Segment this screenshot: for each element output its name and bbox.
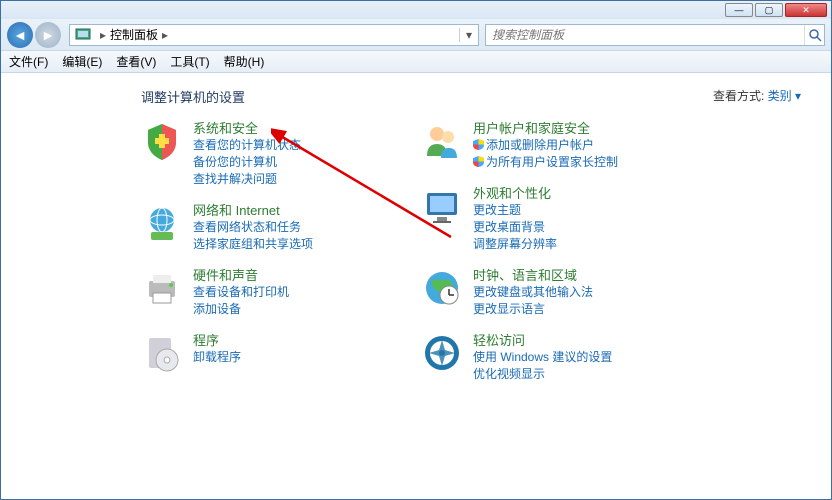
- menu-help[interactable]: 帮助(H): [224, 53, 265, 70]
- category-title[interactable]: 硬件和声音: [193, 267, 289, 284]
- category-title[interactable]: 系统和安全: [193, 120, 301, 137]
- viewby-label: 查看方式:: [713, 89, 764, 103]
- maximize-button[interactable]: ▢: [755, 3, 783, 17]
- category-title[interactable]: 程序: [193, 332, 241, 349]
- menu-tools[interactable]: 工具(T): [170, 53, 209, 70]
- disc-box-icon: [141, 332, 183, 374]
- category-link[interactable]: 查看设备和打印机: [193, 284, 289, 301]
- menu-view[interactable]: 查看(V): [116, 53, 156, 70]
- category-column-right: 用户帐户和家庭安全 添加或删除用户帐户 为所有用户设置家长控制 外观和个性化 更…: [421, 120, 701, 397]
- category-link[interactable]: 优化视频显示: [473, 366, 612, 383]
- category-link[interactable]: 查找并解决问题: [193, 171, 301, 188]
- viewby-dropdown[interactable]: 类别 ▾: [768, 89, 801, 103]
- category-link[interactable]: 调整屏幕分辨率: [473, 236, 557, 253]
- globe-network-icon: [141, 202, 183, 244]
- category-link[interactable]: 更改显示语言: [473, 301, 593, 318]
- menu-file[interactable]: 文件(F): [9, 53, 48, 70]
- chevron-right-icon: ▸: [158, 28, 172, 42]
- back-button[interactable]: ◄: [7, 22, 33, 48]
- category-column-left: 系统和安全 查看您的计算机状态 备份您的计算机 查找并解决问题 网络和 Inte…: [141, 120, 421, 397]
- category-programs: 程序 卸载程序: [141, 332, 421, 374]
- category-link[interactable]: 卸载程序: [193, 349, 241, 366]
- category-link[interactable]: 备份您的计算机: [193, 154, 301, 171]
- content-area: 调整计算机的设置 查看方式: 类别 ▾ 系统和安全 查看您的计算机状态 备份您的…: [1, 73, 831, 397]
- monitor-appearance-icon: [421, 185, 463, 227]
- view-by: 查看方式: 类别 ▾: [713, 87, 801, 104]
- users-icon: [421, 120, 463, 162]
- printer-icon: [141, 267, 183, 309]
- category-users: 用户帐户和家庭安全 添加或删除用户帐户 为所有用户设置家长控制: [421, 120, 701, 171]
- category-title[interactable]: 时钟、语言和区域: [473, 267, 593, 284]
- category-ease-access: 轻松访问 使用 Windows 建议的设置 优化视频显示: [421, 332, 701, 383]
- category-title[interactable]: 网络和 Internet: [193, 202, 313, 219]
- category-title[interactable]: 用户帐户和家庭安全: [473, 120, 618, 137]
- category-link[interactable]: 查看网络状态和任务: [193, 219, 313, 236]
- shield-icon: [141, 120, 183, 162]
- search-box[interactable]: [485, 24, 825, 46]
- category-link[interactable]: 更改桌面背景: [473, 219, 557, 236]
- category-link[interactable]: 使用 Windows 建议的设置: [473, 349, 612, 366]
- control-panel-icon: [74, 26, 92, 44]
- breadcrumb[interactable]: ▸ 控制面板 ▸ ▾: [69, 24, 479, 46]
- search-input[interactable]: [486, 28, 804, 42]
- category-hardware: 硬件和声音 查看设备和打印机 添加设备: [141, 267, 421, 318]
- uac-shield-icon: [473, 139, 484, 150]
- category-link[interactable]: 查看您的计算机状态: [193, 137, 301, 154]
- category-link[interactable]: 选择家庭组和共享选项: [193, 236, 313, 253]
- clock-globe-icon: [421, 267, 463, 309]
- category-link[interactable]: 添加或删除用户帐户: [473, 137, 618, 154]
- close-button[interactable]: ✕: [785, 3, 827, 17]
- forward-button[interactable]: ►: [35, 22, 61, 48]
- minimize-button[interactable]: —: [725, 3, 753, 17]
- titlebar: — ▢ ✕: [1, 1, 831, 19]
- category-link[interactable]: 添加设备: [193, 301, 289, 318]
- category-link[interactable]: 为所有用户设置家长控制: [473, 154, 618, 171]
- navbar: ◄ ► ▸ 控制面板 ▸ ▾: [1, 19, 831, 51]
- menu-edit[interactable]: 编辑(E): [62, 53, 102, 70]
- category-link[interactable]: 更改键盘或其他输入法: [473, 284, 593, 301]
- ease-access-icon: [421, 332, 463, 374]
- menubar: 文件(F) 编辑(E) 查看(V) 工具(T) 帮助(H): [1, 51, 831, 73]
- category-network: 网络和 Internet 查看网络状态和任务 选择家庭组和共享选项: [141, 202, 421, 253]
- category-title[interactable]: 轻松访问: [473, 332, 612, 349]
- category-appearance: 外观和个性化 更改主题 更改桌面背景 调整屏幕分辨率: [421, 185, 701, 253]
- uac-shield-icon: [473, 156, 484, 167]
- breadcrumb-location[interactable]: 控制面板: [110, 26, 158, 43]
- category-title[interactable]: 外观和个性化: [473, 185, 557, 202]
- search-icon[interactable]: [804, 25, 824, 45]
- breadcrumb-dropdown[interactable]: ▾: [459, 28, 478, 42]
- category-link[interactable]: 更改主题: [473, 202, 557, 219]
- category-clock-region: 时钟、语言和区域 更改键盘或其他输入法 更改显示语言: [421, 267, 701, 318]
- chevron-right-icon: ▸: [96, 28, 110, 42]
- category-system-security: 系统和安全 查看您的计算机状态 备份您的计算机 查找并解决问题: [141, 120, 421, 188]
